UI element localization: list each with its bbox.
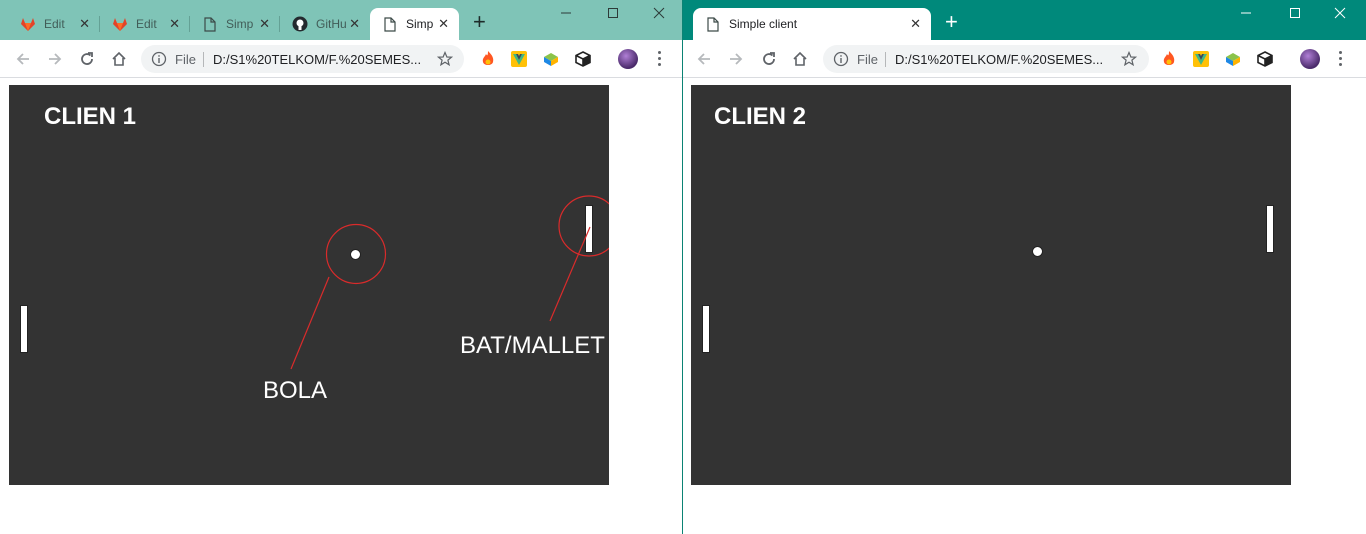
- cube-stack-extension-icon[interactable]: [542, 50, 560, 68]
- new-tab-button[interactable]: +: [945, 11, 958, 33]
- info-icon[interactable]: [151, 51, 167, 72]
- game-canvas[interactable]: CLIEN 1 BOLA BAT/MALLET: [9, 85, 609, 485]
- bat-annotation-label: BAT/MALLET: [460, 332, 605, 359]
- tab-simple-client-1[interactable]: Simp ✕: [190, 8, 280, 40]
- url-scheme-label: File: [857, 52, 878, 67]
- new-tab-button[interactable]: +: [473, 11, 486, 33]
- browser-window-left: Edit ✕ Edit ✕ Simp ✕ GitHu ✕ Simp ✕ + Fi…: [0, 0, 682, 534]
- tab-title: Simple client: [729, 17, 798, 31]
- more-menu-icon[interactable]: [1339, 51, 1343, 66]
- address-bar[interactable]: File D:/S1%20TELKOM/F.%20SEMES...: [141, 45, 464, 73]
- close-tab-icon[interactable]: ✕: [169, 16, 180, 32]
- right-paddle: [1266, 205, 1274, 253]
- fire-extension-icon[interactable]: [479, 50, 497, 68]
- reload-button[interactable]: [758, 48, 780, 70]
- minimize-button[interactable]: [1231, 4, 1261, 22]
- github-icon: [292, 16, 308, 32]
- ball-pointer-line: [290, 276, 330, 370]
- left-paddle: [702, 305, 710, 353]
- tab-title: Edit: [44, 17, 65, 31]
- browser-window-right: Simple client ✕ + File D:/S1%20TELKOM/F.…: [683, 0, 1366, 534]
- page-icon: [705, 16, 721, 32]
- fire-extension-icon[interactable]: [1160, 50, 1178, 68]
- ball-highlight-circle: [325, 223, 387, 285]
- tab-simple-client-active[interactable]: Simple client ✕: [693, 8, 931, 40]
- tab-github[interactable]: GitHu ✕: [280, 8, 370, 40]
- gitlab-icon: [20, 16, 36, 32]
- back-button[interactable]: [12, 48, 34, 70]
- maximize-button[interactable]: [1280, 4, 1310, 22]
- vue-devtools-icon[interactable]: [1192, 50, 1210, 68]
- url-text[interactable]: D:/S1%20TELKOM/F.%20SEMES...: [895, 52, 1109, 67]
- tab-strip: Edit ✕ Edit ✕ Simp ✕ GitHu ✕ Simp ✕ +: [0, 0, 682, 40]
- tab-title: Edit: [136, 17, 157, 31]
- game-canvas[interactable]: CLIEN 2: [691, 85, 1291, 485]
- divider: [203, 52, 204, 67]
- ball: [1032, 246, 1043, 257]
- page-icon: [382, 16, 398, 32]
- address-bar[interactable]: File D:/S1%20TELKOM/F.%20SEMES...: [823, 45, 1149, 73]
- divider: [885, 52, 886, 67]
- close-tab-icon[interactable]: ✕: [79, 16, 90, 32]
- bookmark-star-icon[interactable]: [436, 50, 454, 72]
- box-extension-icon[interactable]: [574, 50, 592, 68]
- url-scheme-label: File: [175, 52, 196, 67]
- more-menu-icon[interactable]: [658, 51, 662, 66]
- box-extension-icon[interactable]: [1256, 50, 1274, 68]
- close-tab-icon[interactable]: ✕: [910, 16, 921, 32]
- profile-avatar[interactable]: [1300, 49, 1320, 69]
- home-button[interactable]: [108, 48, 130, 70]
- tab-gitlab-edit-1[interactable]: Edit ✕: [8, 8, 100, 40]
- vue-devtools-icon[interactable]: [510, 50, 528, 68]
- home-button[interactable]: [789, 48, 811, 70]
- ball-annotation-label: BOLA: [263, 377, 328, 404]
- profile-avatar[interactable]: [618, 49, 638, 69]
- tab-title: GitHu: [316, 17, 347, 31]
- reload-button[interactable]: [76, 48, 98, 70]
- maximize-button[interactable]: [598, 4, 628, 22]
- tab-strip: Simple client ✕ +: [683, 0, 1366, 40]
- close-window-button[interactable]: [1325, 4, 1355, 22]
- client-label: CLIEN 2: [714, 103, 807, 130]
- url-text[interactable]: D:/S1%20TELKOM/F.%20SEMES...: [213, 52, 425, 67]
- minimize-button[interactable]: [551, 4, 581, 22]
- forward-button[interactable]: [725, 48, 747, 70]
- annotation-overlay: [290, 195, 609, 370]
- forward-button[interactable]: [44, 48, 66, 70]
- cube-stack-extension-icon[interactable]: [1224, 50, 1242, 68]
- close-window-button[interactable]: [644, 4, 674, 22]
- close-tab-icon[interactable]: ✕: [349, 16, 360, 32]
- close-tab-icon[interactable]: ✕: [438, 16, 449, 32]
- info-icon[interactable]: [833, 51, 849, 72]
- browser-toolbar: File D:/S1%20TELKOM/F.%20SEMES...: [0, 40, 682, 78]
- tab-gitlab-edit-2[interactable]: Edit ✕: [100, 8, 190, 40]
- tab-title: Simp: [226, 17, 254, 31]
- bat-pointer-line: [549, 226, 591, 322]
- bookmark-star-icon[interactable]: [1120, 50, 1138, 72]
- browser-toolbar: File D:/S1%20TELKOM/F.%20SEMES...: [683, 40, 1366, 78]
- close-tab-icon[interactable]: ✕: [259, 16, 270, 32]
- bat-highlight-circle: [558, 195, 609, 257]
- page-icon: [202, 16, 218, 32]
- back-button[interactable]: [693, 48, 715, 70]
- tab-simple-client-active[interactable]: Simp ✕: [370, 8, 459, 40]
- tab-title: Simp: [406, 17, 434, 31]
- gitlab-icon: [112, 16, 128, 32]
